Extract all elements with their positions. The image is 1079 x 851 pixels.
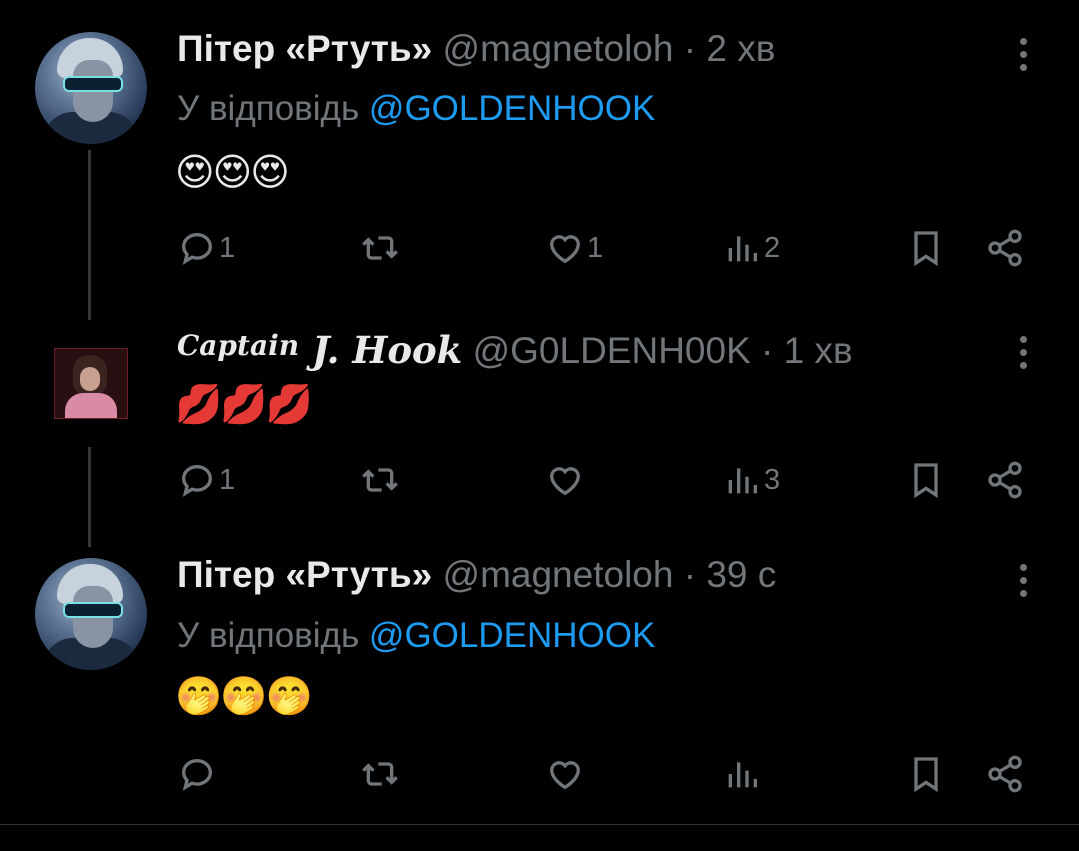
share-icon [988, 461, 1022, 499]
bookmark-button[interactable] [906, 752, 946, 796]
heart-icon [549, 467, 581, 496]
share-button[interactable] [985, 226, 1025, 270]
bookmark-icon [914, 231, 938, 267]
tweet-header: Captain J. Hook @G0LDENH00K · 1 хв [177, 328, 853, 372]
like-button[interactable] [545, 458, 585, 502]
retweet-icon [362, 468, 398, 492]
action-bar [0, 752, 1079, 796]
view-count: 3 [764, 463, 781, 496]
display-name[interactable]: Пітер «Ртуть» [177, 554, 432, 595]
reply-context: У відповідь @GOLDENHOOK [177, 616, 655, 656]
display-name[interactable]: Captain J. Hook [177, 328, 462, 372]
reply-context: У відповідь @GOLDENHOOK [177, 89, 655, 129]
tweet[interactable]: Пітер «Ртуть» @magnetoloh · 39 с У відпо… [0, 530, 1079, 824]
share-button[interactable] [985, 458, 1025, 502]
views-button[interactable]: 3 [722, 458, 780, 502]
tweet-header: Пітер «Ртуть» @magnetoloh · 39 с [177, 554, 776, 596]
views-button[interactable] [722, 752, 762, 796]
like-button[interactable] [545, 752, 585, 796]
action-bar: 1 1 2 [0, 226, 1079, 270]
reply-button[interactable]: 1 [177, 226, 235, 270]
speech-bubble-icon [181, 465, 213, 497]
tweet-text: 😍😍😍 [175, 150, 290, 194]
reply-button[interactable] [177, 752, 217, 796]
reply-prefix: У відповідь [177, 616, 369, 655]
more-vertical-icon[interactable] [1017, 564, 1029, 603]
views-button[interactable]: 2 [722, 226, 780, 270]
share-button[interactable] [985, 752, 1025, 796]
user-handle[interactable]: @magnetoloh [443, 28, 674, 69]
display-name-part2: J. Hook [299, 328, 463, 372]
mention-link[interactable]: @GOLDENHOOK [369, 616, 655, 655]
bookmark-icon [914, 463, 938, 499]
timestamp[interactable]: · 1 хв [761, 330, 853, 371]
bar-chart-icon [728, 762, 757, 788]
share-icon [988, 229, 1022, 267]
mention-link[interactable]: @GOLDENHOOK [369, 89, 655, 128]
bookmark-button[interactable] [906, 458, 946, 502]
tweet[interactable]: Captain J. Hook @G0LDENH00K · 1 хв 💋💋💋 1… [0, 320, 1079, 520]
divider [0, 824, 1079, 825]
tweet[interactable]: Пітер «Ртуть» @magnetoloh · 2 хв У відпо… [0, 0, 1079, 290]
tweet-text: 💋💋💋 [175, 382, 313, 426]
like-count: 1 [587, 231, 604, 264]
heart-icon [549, 235, 581, 264]
retweet-button[interactable] [360, 226, 400, 270]
tweet-header: Пітер «Ртуть» @magnetoloh · 2 хв [177, 28, 775, 70]
reply-button[interactable]: 1 [177, 458, 235, 502]
retweet-button[interactable] [360, 458, 400, 502]
user-handle[interactable]: @G0LDENH00K [473, 330, 751, 371]
timestamp[interactable]: · 39 с [684, 554, 777, 595]
more-vertical-icon[interactable] [1017, 38, 1029, 77]
avatar[interactable] [35, 32, 147, 144]
speech-bubble-icon [181, 233, 213, 265]
tweet-text: 🤭🤭🤭 [175, 674, 313, 718]
avatar[interactable] [35, 558, 147, 670]
bookmark-button[interactable] [906, 226, 946, 270]
like-button[interactable]: 1 [545, 226, 603, 270]
user-handle[interactable]: @magnetoloh [443, 554, 674, 595]
action-bar: 1 3 [0, 458, 1079, 502]
bookmark-icon [914, 757, 938, 793]
retweet-icon [362, 762, 398, 786]
more-vertical-icon[interactable] [1017, 336, 1029, 375]
heart-icon [549, 761, 581, 790]
share-icon [988, 755, 1022, 793]
timestamp[interactable]: · 2 хв [684, 28, 776, 69]
retweet-icon [362, 236, 398, 260]
reply-count: 1 [219, 231, 236, 264]
avatar[interactable] [54, 348, 128, 419]
reply-prefix: У відповідь [177, 89, 369, 128]
bar-chart-icon [728, 468, 757, 494]
display-name[interactable]: Пітер «Ртуть» [177, 28, 432, 69]
display-name-part1: Captain [177, 329, 300, 362]
retweet-button[interactable] [360, 752, 400, 796]
speech-bubble-icon [181, 759, 213, 791]
bar-chart-icon [728, 236, 757, 262]
reply-count: 1 [219, 463, 236, 496]
view-count: 2 [764, 231, 781, 264]
